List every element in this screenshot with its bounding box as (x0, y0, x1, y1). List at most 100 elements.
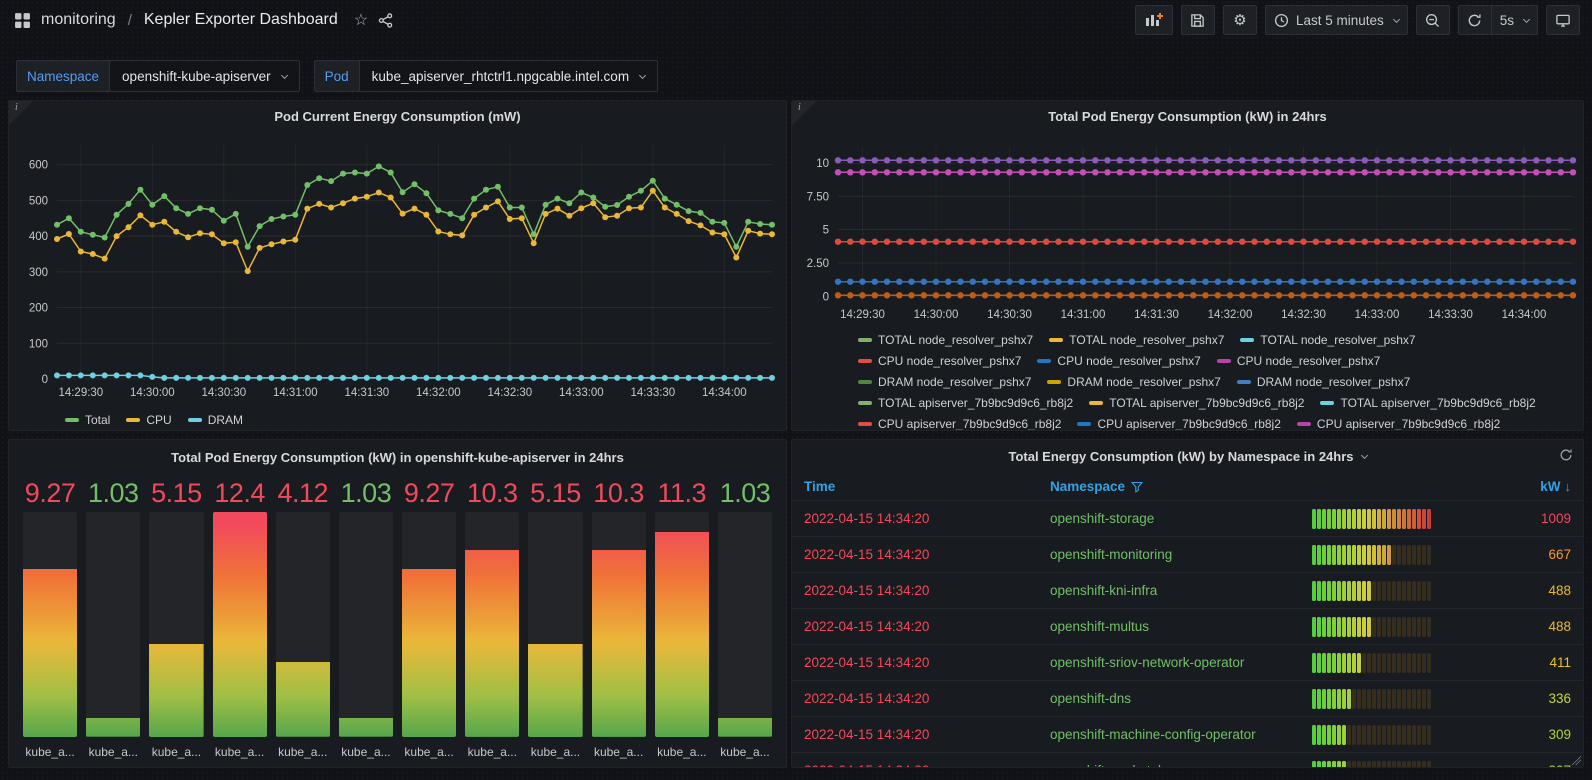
panel-title[interactable]: Pod Current Energy Consumption (mW) (274, 109, 520, 124)
led-cell (1412, 616, 1416, 637)
dashboard-settings-button[interactable]: ⚙ (1222, 5, 1257, 35)
led-cell (1367, 724, 1371, 745)
cell-namespace[interactable]: openshift-sriov-network-operator (1044, 655, 1302, 670)
led-cell (1407, 508, 1411, 529)
breadcrumb-section[interactable]: monitoring (41, 11, 116, 29)
led-cell (1337, 760, 1341, 767)
legend-item[interactable]: DRAM node_resolver_pshx7 (858, 371, 1031, 392)
add-panel-button[interactable] (1134, 5, 1173, 35)
column-header-kw[interactable]: kW ↓ (1509, 479, 1583, 494)
panel-menu-caret-icon[interactable] (1360, 451, 1368, 459)
navbar: monitoring / Kepler Exporter Dashboard ☆… (0, 0, 1592, 40)
legend-item[interactable]: TOTAL apiserver_7b9bc9d9c6_rb8j2 (858, 392, 1073, 413)
bar-gauge: 9.27 kube_a... 1.03 kube_a... 5.15 kube_a... 1… (9, 474, 786, 759)
legend-item[interactable]: DRAM node_resolver_pshx7 (1047, 371, 1221, 392)
breadcrumb-dashboard-title[interactable]: Kepler Exporter Dashboard (144, 11, 338, 29)
cell-time[interactable]: 2022-04-15 14:34:20 (792, 655, 1044, 670)
line-chart-total-pod-energy[interactable]: 14:29:30 14:30:00 14:30:30 14:31:00 14:31:30… (792, 131, 1583, 327)
legend-swatch-icon (858, 358, 872, 363)
cell-namespace[interactable]: openshift-machine-config-operator (1044, 727, 1302, 742)
line-chart-pod-current[interactable]: 14:29:30 14:30:00 14:30:30 14:31:00 14:31:30… (9, 131, 784, 407)
share-icon[interactable] (378, 12, 393, 28)
apps-grid-icon[interactable] (14, 12, 31, 29)
cell-namespace[interactable]: openshift-kni-infra (1044, 583, 1302, 598)
svg-text:14:29:30: 14:29:30 (840, 309, 885, 321)
legend-item[interactable]: DRAM node_resolver_pshx7 (1236, 371, 1410, 392)
panel-refresh-icon[interactable] (1559, 448, 1573, 462)
cell-namespace[interactable]: openshift-storage (1044, 511, 1302, 526)
bar-gauge-fill (654, 531, 709, 737)
refresh-button[interactable] (1457, 5, 1492, 35)
led-cell (1392, 688, 1396, 709)
panel-resize-handle[interactable] (1571, 755, 1581, 765)
bar-gauge-fill (212, 512, 267, 737)
led-cell (1427, 508, 1431, 529)
bar-gauge-label: kube_a... (657, 745, 707, 759)
panel-title[interactable]: Total Pod Energy Consumption (kW) in 24h… (1048, 109, 1327, 124)
cell-namespace[interactable]: openshift-dns (1044, 691, 1302, 706)
legend-item[interactable]: CPU (126, 409, 172, 430)
legend-item[interactable]: CPU apiserver_7b9bc9d9c6_rb8j2 (858, 413, 1061, 430)
cell-time[interactable]: 2022-04-15 14:34:20 (792, 547, 1044, 562)
refresh-interval-select[interactable]: 5s (1491, 5, 1538, 35)
zoom-out-button[interactable] (1415, 5, 1450, 35)
column-header-namespace[interactable]: Namespace (1044, 479, 1302, 494)
cell-namespace[interactable]: openshift-multus (1044, 619, 1302, 634)
led-cell (1357, 544, 1361, 565)
bar-gauge-column: 9.27 kube_a... (23, 474, 78, 759)
cell-time[interactable]: 2022-04-15 14:34:20 (792, 511, 1044, 526)
legend-item[interactable]: CPU apiserver_7b9bc9d9c6_rb8j2 (1296, 413, 1500, 430)
time-range-picker[interactable]: Last 5 minutes (1264, 5, 1408, 35)
svg-text:5: 5 (823, 225, 829, 237)
led-cell (1407, 652, 1411, 673)
led-cell (1352, 760, 1356, 767)
variable-pod-select[interactable]: kube_apiserver_rhtctrl1.npgcable.intel.c… (358, 60, 659, 92)
cycle-view-mode-button[interactable] (1546, 5, 1580, 35)
cell-namespace[interactable]: openshift-marketplace (1044, 763, 1302, 767)
legend-item[interactable]: Total (65, 409, 110, 430)
star-icon[interactable]: ☆ (354, 10, 368, 30)
legend-item[interactable]: CPU node_resolver_pshx7 (1216, 350, 1380, 371)
legend-item[interactable]: TOTAL node_resolver_pshx7 (1049, 329, 1224, 350)
cell-time[interactable]: 2022-04-15 14:34:20 (792, 763, 1044, 767)
cell-time[interactable]: 2022-04-15 14:34:20 (792, 691, 1044, 706)
svg-text:14:33:30: 14:33:30 (630, 387, 675, 399)
legend-item[interactable]: TOTAL node_resolver_pshx7 (1240, 329, 1416, 350)
led-cell (1327, 652, 1331, 673)
bar-gauge-track (23, 512, 78, 737)
table-scroll-area[interactable]: Time Namespace kW ↓ 2022-04-15 14:34:20 op… (792, 472, 1583, 767)
column-header-time[interactable]: Time (792, 479, 1044, 494)
led-cell (1407, 616, 1411, 637)
bar-gauge-track (149, 512, 204, 737)
panel-title[interactable]: Total Energy Consumption (kW) by Namespa… (1008, 449, 1353, 464)
led-cell (1387, 652, 1391, 673)
variable-namespace-select[interactable]: openshift-kube-apiserver (109, 60, 300, 92)
bar-gauge-label: kube_a... (593, 745, 644, 759)
table-body: 2022-04-15 14:34:20 openshift-storage 1009… (792, 500, 1583, 767)
legend-item[interactable]: CPU node_resolver_pshx7 (858, 350, 1021, 371)
led-cell (1337, 652, 1341, 673)
cell-time[interactable]: 2022-04-15 14:34:20 (792, 727, 1044, 742)
led-cell (1427, 652, 1431, 673)
svg-text:14:30:00: 14:30:00 (130, 387, 175, 399)
legend-item[interactable]: TOTAL apiserver_7b9bc9d9c6_rb8j2 (1089, 392, 1304, 413)
legend-item[interactable]: DRAM (187, 409, 243, 430)
cell-time[interactable]: 2022-04-15 14:34:20 (792, 583, 1044, 598)
led-cell (1312, 580, 1316, 601)
led-cell (1357, 580, 1361, 601)
panel-title[interactable]: Total Pod Energy Consumption (kW) in ope… (171, 450, 624, 465)
led-cell (1422, 688, 1426, 709)
filter-icon[interactable] (1131, 481, 1144, 493)
cell-time[interactable]: 2022-04-15 14:34:20 (792, 619, 1044, 634)
legend-item[interactable]: CPU node_resolver_pshx7 (1037, 350, 1201, 371)
legend-swatch-icon (126, 417, 141, 422)
legend-item[interactable]: CPU apiserver_7b9bc9d9c6_rb8j2 (1077, 413, 1281, 430)
cell-namespace[interactable]: openshift-monitoring (1044, 547, 1302, 562)
save-dashboard-button[interactable] (1180, 5, 1215, 35)
variable-pod: Pod kube_apiserver_rhtctrl1.npgcable.int… (313, 60, 659, 92)
legend-swatch-icon (1047, 379, 1062, 384)
legend-item[interactable]: TOTAL node_resolver_pshx7 (858, 329, 1033, 350)
legend-item[interactable]: TOTAL apiserver_7b9bc9d9c6_rb8j2 (1320, 392, 1536, 413)
led-cell (1357, 724, 1361, 745)
cell-led-gauge (1302, 688, 1509, 709)
